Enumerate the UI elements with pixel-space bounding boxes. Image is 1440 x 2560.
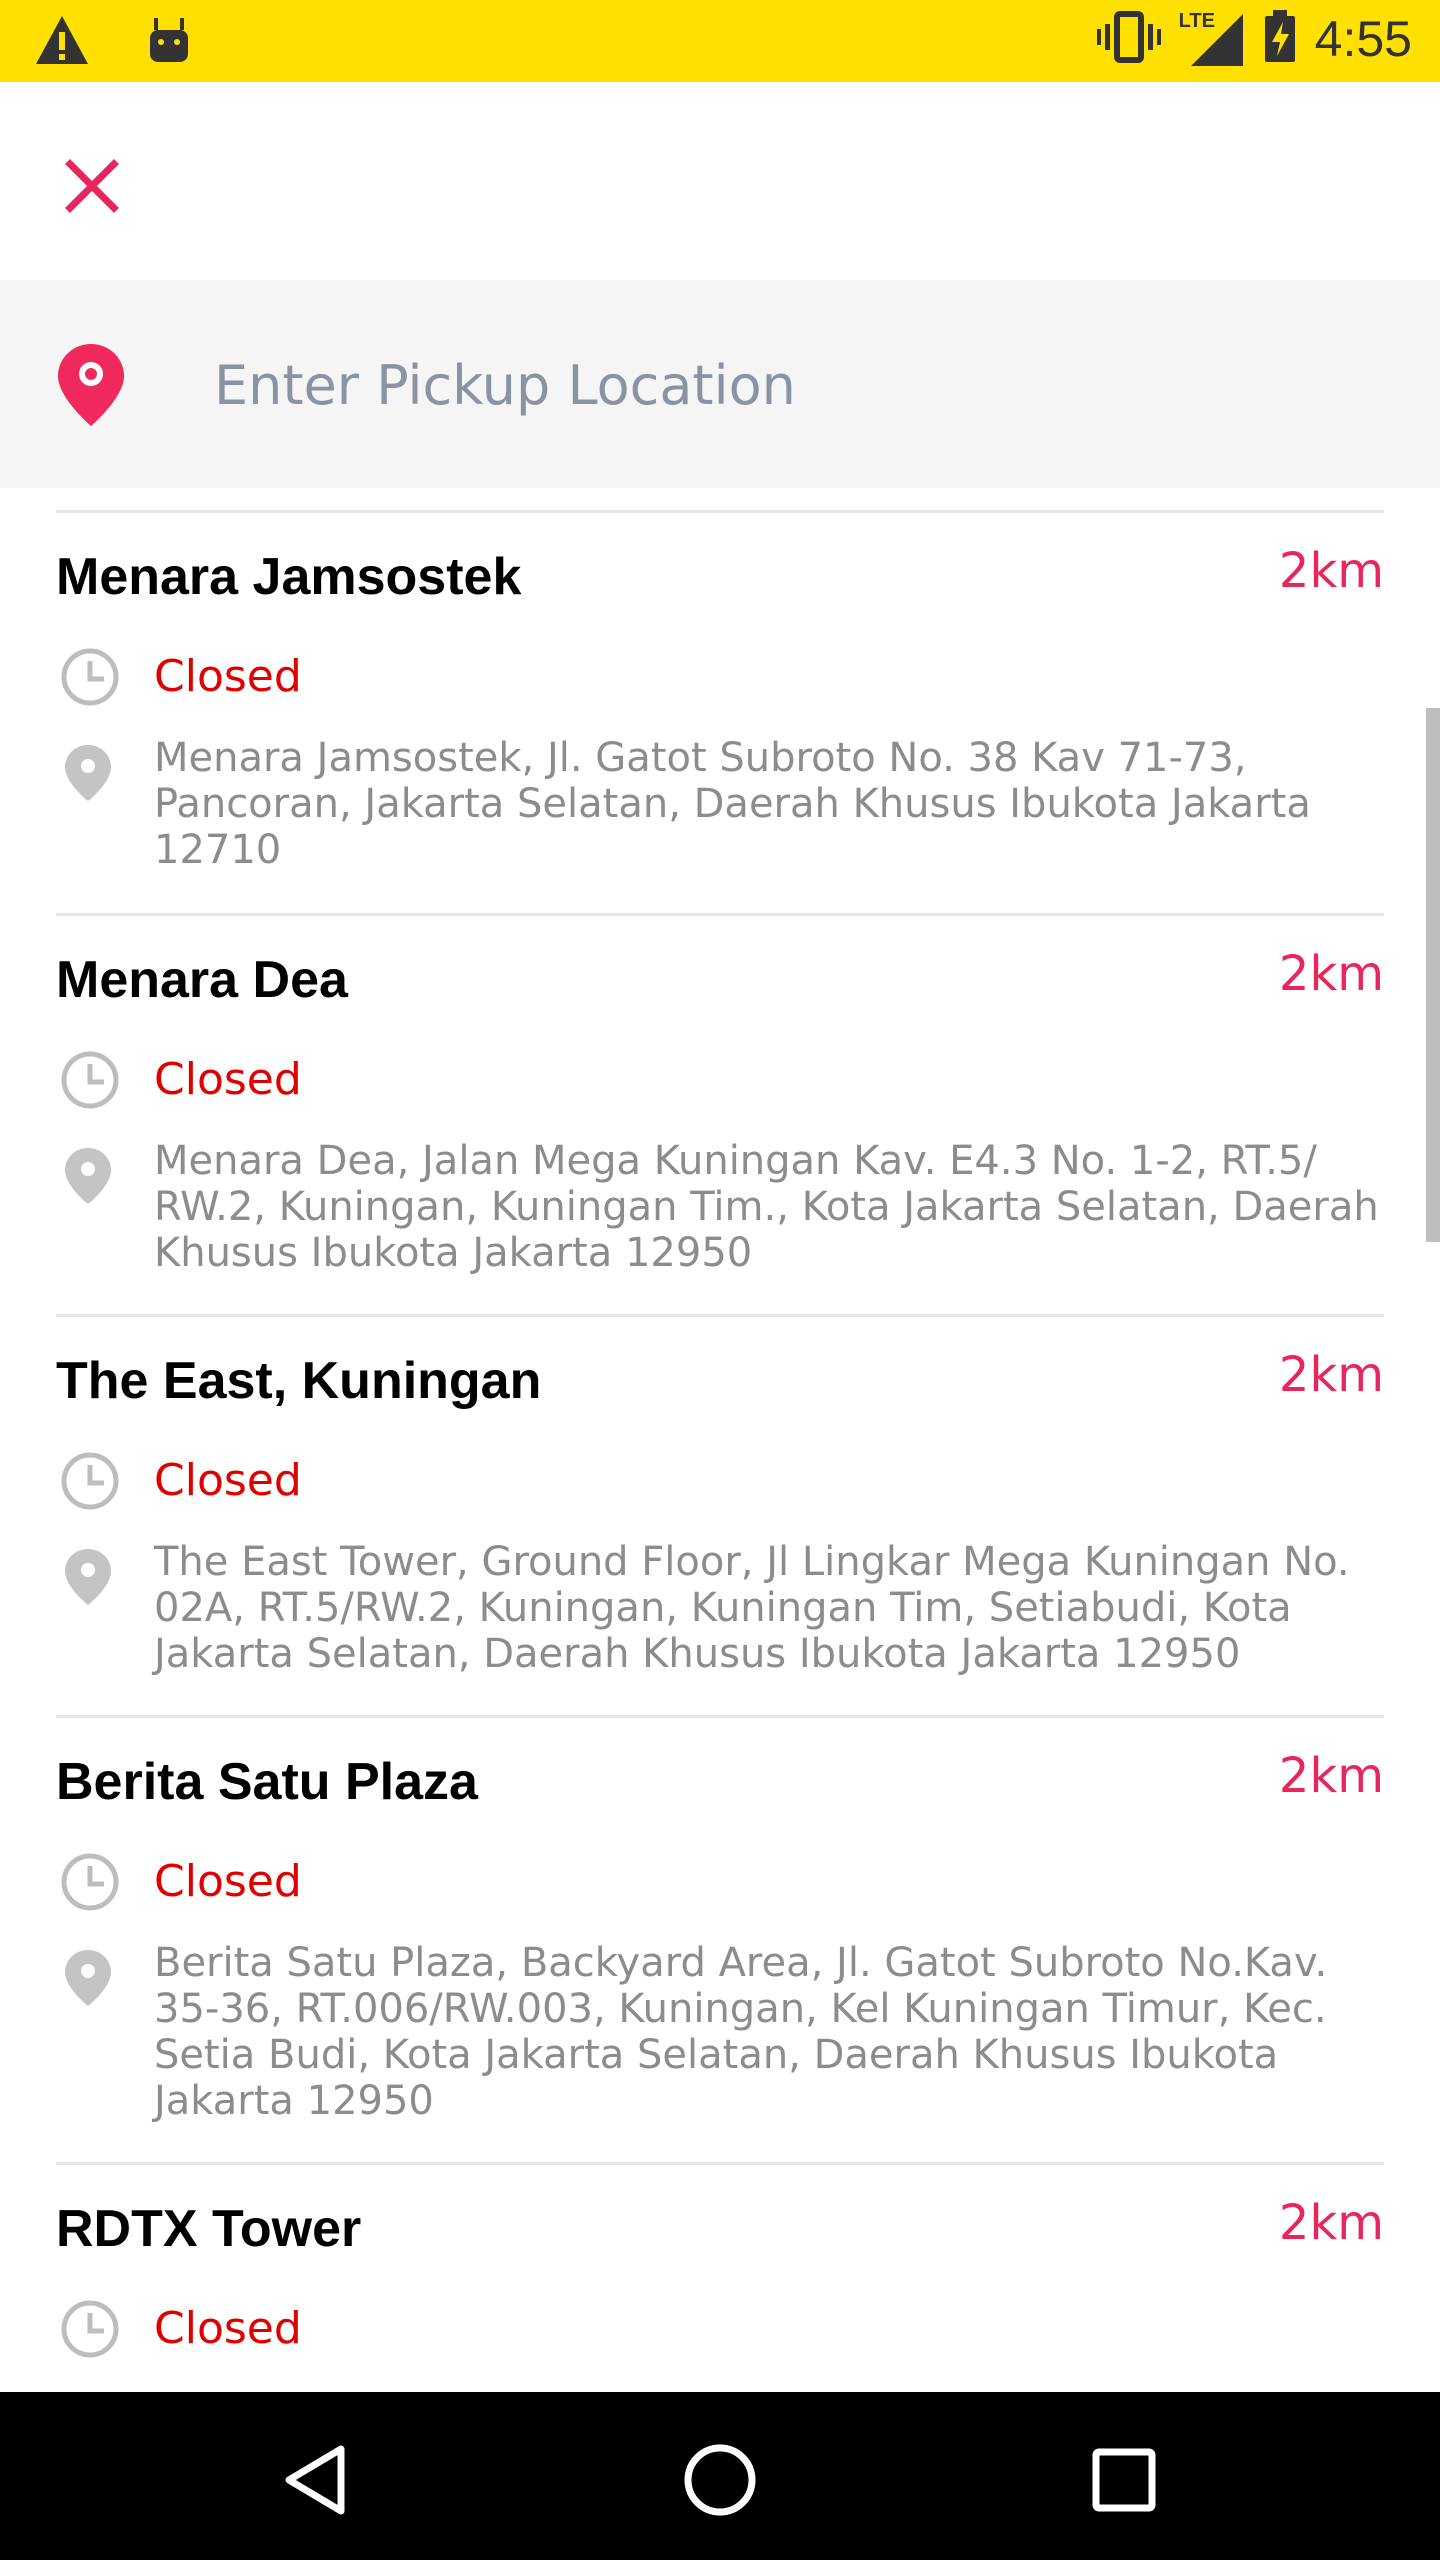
location-address: Menara Dea, Jalan Mega Kuningan Kav. E4.… — [154, 1138, 1379, 1276]
location-address: Berita Satu Plaza, Backyard Area, Jl. Ga… — [154, 1940, 1328, 2124]
opening-status: Closed — [154, 1054, 302, 1105]
opening-status: Closed — [154, 1455, 302, 1506]
pickup-location-input[interactable] — [214, 340, 1364, 430]
location-name: Menara Jamsostek — [56, 548, 522, 606]
status-bar: LTE 4:55 — [0, 0, 1440, 82]
opening-status: Closed — [154, 2303, 302, 2354]
pickup-search-bar — [0, 280, 1440, 488]
clock-icon — [61, 2300, 119, 2358]
location-name: Berita Satu Plaza — [56, 1753, 478, 1811]
location-distance: 2km — [1278, 1347, 1384, 1403]
top-bar — [0, 82, 1440, 280]
location-item[interactable]: The East, Kuningan 2km Closed The East T… — [56, 1317, 1384, 1715]
clock-icon — [61, 1051, 119, 1109]
location-distance: 2km — [1278, 2195, 1384, 2251]
navigation-bar — [0, 2392, 1440, 2560]
location-address: Menara Jamsostek, Jl. Gatot Subroto No. … — [154, 735, 1311, 873]
home-button[interactable] — [670, 2430, 770, 2530]
clock-time: 4:55 — [1314, 11, 1412, 67]
address-pin-icon — [65, 1549, 111, 1605]
network-type-label: LTE — [1178, 10, 1215, 32]
location-list: Menara Jamsostek 2km Closed Menara Jamso… — [56, 510, 1384, 2390]
location-name: RDTX Tower — [56, 2200, 362, 2258]
address-pin-icon — [65, 745, 111, 801]
android-icon — [146, 16, 192, 68]
location-distance: 2km — [1278, 1748, 1384, 1804]
address-pin-icon — [65, 1148, 111, 1204]
location-item[interactable]: RDTX Tower 2km Closed — [56, 2165, 1384, 2390]
location-pin-icon — [58, 344, 124, 426]
back-icon — [285, 2445, 345, 2515]
clock-icon — [61, 1853, 119, 1911]
location-address: The East Tower, Ground Floor, Jl Lingkar… — [154, 1539, 1350, 1677]
location-distance: 2km — [1278, 543, 1384, 599]
home-icon — [684, 2444, 756, 2516]
close-icon — [65, 159, 119, 213]
recents-icon — [1092, 2448, 1156, 2512]
opening-status: Closed — [154, 651, 302, 702]
location-name: Menara Dea — [56, 951, 348, 1009]
clock-icon — [61, 648, 119, 706]
clock-icon — [61, 1452, 119, 1510]
signal-icon: LTE — [1179, 10, 1245, 68]
warning-icon — [34, 14, 90, 70]
close-button[interactable] — [54, 148, 130, 224]
opening-status: Closed — [154, 1856, 302, 1907]
scrollbar[interactable] — [1426, 708, 1440, 1242]
location-distance: 2km — [1278, 946, 1384, 1002]
back-button[interactable] — [266, 2430, 366, 2530]
recents-button[interactable] — [1074, 2430, 1174, 2530]
location-name: The East, Kuningan — [56, 1352, 542, 1410]
battery-charging-icon — [1263, 10, 1297, 68]
location-item[interactable]: Menara Jamsostek 2km Closed Menara Jamso… — [56, 513, 1384, 913]
address-pin-icon — [65, 1950, 111, 2006]
vibrate-icon — [1096, 10, 1161, 68]
location-item[interactable]: Menara Dea 2km Closed Menara Dea, Jalan … — [56, 916, 1384, 1314]
location-item[interactable]: Berita Satu Plaza 2km Closed Berita Satu… — [56, 1718, 1384, 2162]
